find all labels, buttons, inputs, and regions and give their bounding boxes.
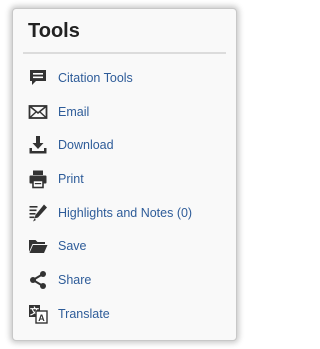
share-label: Share	[58, 272, 92, 287]
svg-text:A: A	[38, 312, 45, 322]
tools-panel: Tools Citation Tools Email Download Prin…	[12, 8, 237, 341]
citation-icon	[27, 67, 49, 89]
save-label: Save	[58, 239, 87, 254]
email-icon	[27, 101, 49, 123]
translate-item[interactable]: 文 A Translate	[13, 297, 236, 331]
download-item[interactable]: Download	[13, 128, 236, 162]
email-label: Email	[58, 104, 90, 119]
highlight-notes-icon	[27, 202, 49, 224]
translate-icon: 文 A	[27, 303, 49, 325]
save-item[interactable]: Save	[13, 229, 236, 263]
translate-label: Translate	[58, 306, 110, 321]
print-label: Print	[58, 171, 84, 186]
citation-tools-item[interactable]: Citation Tools	[13, 61, 236, 95]
print-item[interactable]: Print	[13, 162, 236, 196]
folder-icon	[27, 235, 49, 257]
title-divider	[23, 52, 226, 54]
citation-tools-label: Citation Tools	[58, 70, 133, 85]
email-item[interactable]: Email	[13, 95, 236, 129]
highlights-notes-label: Highlights and Notes (0)	[58, 205, 193, 220]
download-icon	[27, 134, 49, 156]
print-icon	[27, 168, 49, 190]
share-item[interactable]: Share	[13, 263, 236, 297]
panel-title: Tools	[28, 20, 80, 42]
share-icon	[27, 269, 49, 291]
download-label: Download	[58, 138, 114, 153]
highlights-notes-item[interactable]: Highlights and Notes (0)	[13, 196, 236, 230]
tools-menu: Citation Tools Email Download Print High…	[13, 61, 236, 331]
